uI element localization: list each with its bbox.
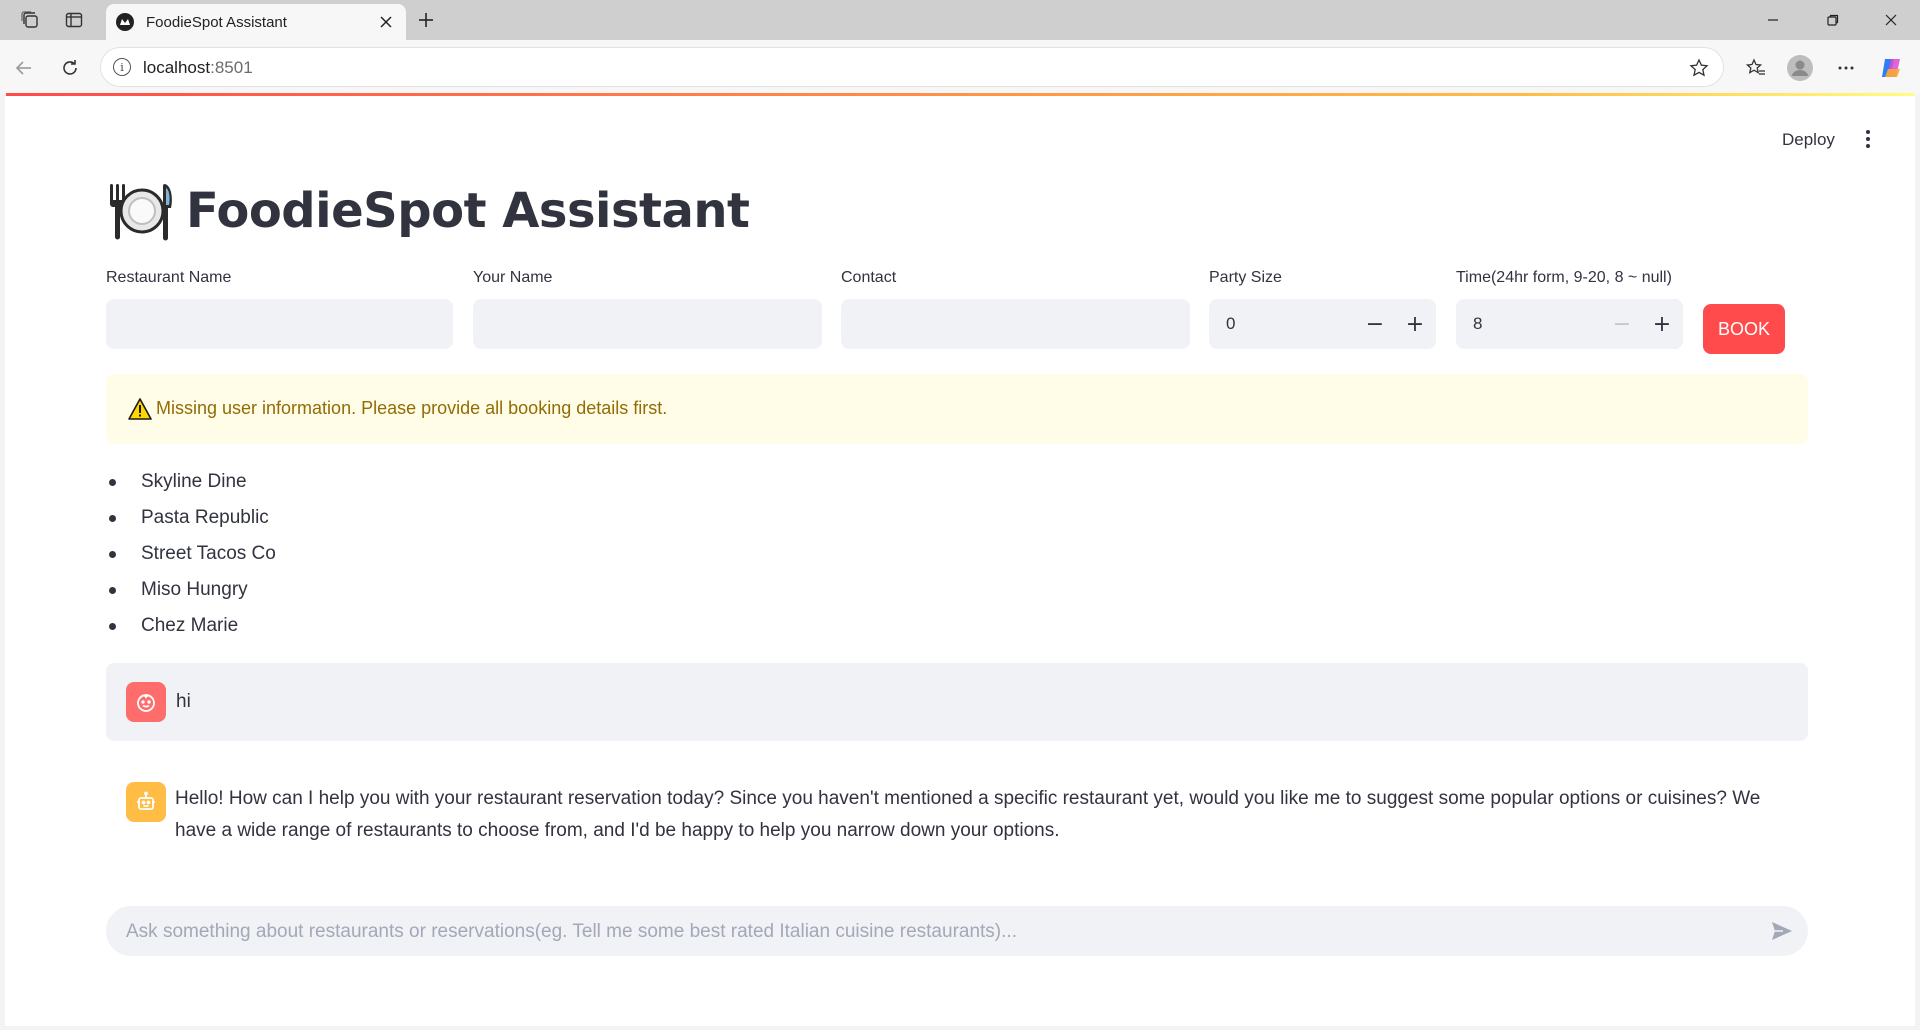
main-menu-icon[interactable] — [1856, 127, 1880, 151]
user-avatar-icon — [126, 682, 166, 722]
copilot-icon[interactable] — [1878, 54, 1906, 82]
tab-title: FoodieSpot Assistant — [146, 14, 287, 31]
chat-message-user: hi — [106, 663, 1808, 741]
contact-input[interactable] — [841, 299, 1190, 349]
party-size-increment-button[interactable]: + — [1400, 309, 1430, 339]
page-title-row: FoodieSpot Assistant — [108, 178, 750, 244]
time-decrement-button[interactable]: − — [1607, 309, 1637, 339]
book-button[interactable]: BOOK — [1703, 304, 1785, 354]
list-item: Skyline Dine — [108, 470, 276, 506]
browser-nav-bar: i localhost:8501 — [0, 40, 1920, 94]
vertical-tabs-icon[interactable] — [62, 8, 86, 32]
restaurant-list: Skyline Dine Pasta Republic Street Tacos… — [108, 470, 276, 650]
streamlit-favicon-icon — [116, 13, 134, 31]
workspaces-icon[interactable] — [18, 8, 42, 32]
send-icon[interactable] — [1768, 917, 1796, 945]
assistant-avatar-icon — [126, 782, 166, 822]
contact-label: Contact — [841, 269, 897, 286]
list-item: Chez Marie — [108, 614, 276, 650]
favorites-list-icon[interactable] — [1742, 54, 1770, 82]
warning-alert: Missing user information. Please provide… — [106, 374, 1808, 444]
warning-triangle-icon — [128, 398, 152, 420]
browser-tab-bar: FoodieSpot Assistant — [0, 0, 1920, 40]
chat-input-placeholder: Ask something about restaurants or reser… — [126, 921, 1017, 942]
time-increment-button[interactable]: + — [1647, 309, 1677, 339]
time-value[interactable]: 8 — [1473, 314, 1482, 334]
plate-cutlery-icon — [110, 184, 172, 241]
chat-input[interactable]: Ask something about restaurants or reser… — [106, 906, 1808, 956]
party-size-decrement-button[interactable]: − — [1360, 309, 1390, 339]
profile-avatar-icon[interactable] — [1786, 54, 1814, 82]
chat-message-assistant: Hello! How can I help you with your rest… — [175, 788, 1761, 841]
party-size-label: Party Size — [1209, 269, 1282, 286]
chat-message-text: hi — [176, 691, 191, 712]
restaurant-name-input[interactable] — [106, 299, 453, 349]
list-item: Miso Hungry — [108, 578, 276, 614]
new-tab-icon[interactable] — [414, 8, 438, 32]
minimize-window-icon[interactable] — [1750, 6, 1796, 34]
more-menu-icon[interactable] — [1832, 54, 1860, 82]
address-bar[interactable]: i localhost:8501 — [100, 47, 1724, 87]
back-arrow-icon[interactable] — [10, 54, 38, 82]
your-name-label: Your Name — [473, 269, 553, 286]
party-size-value[interactable]: 0 — [1226, 314, 1235, 334]
favorite-star-icon[interactable] — [1687, 56, 1711, 80]
warning-text: Missing user information. Please provide… — [156, 398, 668, 418]
restaurant-name-label: Restaurant Name — [106, 269, 232, 286]
browser-tab-active[interactable]: FoodieSpot Assistant — [106, 4, 406, 40]
page-title: FoodieSpot Assistant — [186, 183, 750, 239]
restore-window-icon[interactable] — [1810, 6, 1856, 34]
time-label: Time(24hr form, 9-20, 8 ~ null) — [1456, 269, 1672, 286]
list-item: Street Tacos Co — [108, 542, 276, 578]
reload-icon[interactable] — [56, 54, 84, 82]
site-info-icon[interactable]: i — [113, 58, 131, 76]
your-name-input[interactable] — [473, 299, 822, 349]
deploy-button[interactable]: Deploy — [1782, 130, 1835, 150]
close-tab-icon[interactable] — [374, 10, 398, 34]
url-text[interactable]: localhost:8501 — [143, 58, 253, 78]
list-item: Pasta Republic — [108, 506, 276, 542]
close-window-icon[interactable] — [1868, 6, 1914, 34]
